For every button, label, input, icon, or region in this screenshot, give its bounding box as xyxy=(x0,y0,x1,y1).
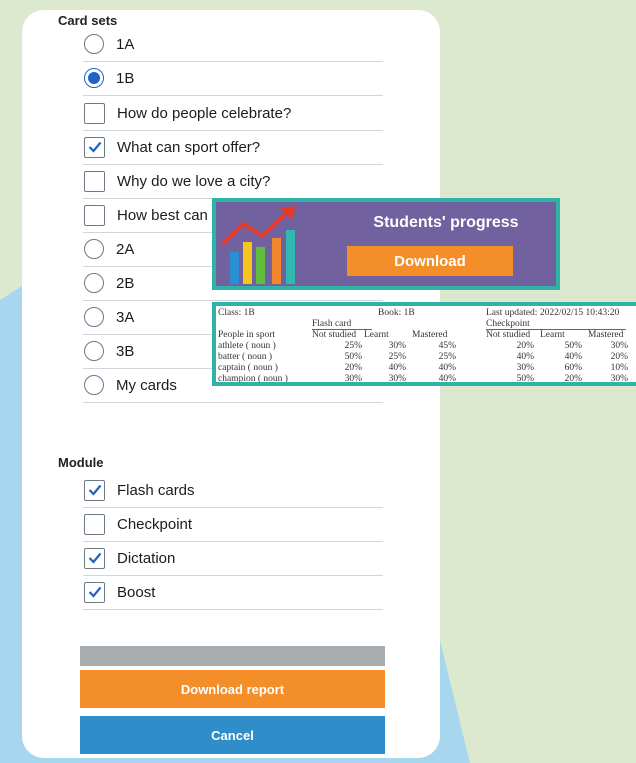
column-header: Not studied xyxy=(312,330,357,340)
table-row-word: captain ( noun ) xyxy=(218,363,278,373)
module-option[interactable]: Boost xyxy=(83,575,383,610)
card-sets-title: Card sets xyxy=(58,13,118,28)
checkbox-checked[interactable] xyxy=(84,136,105,158)
checkbox[interactable] xyxy=(84,204,105,226)
module-option[interactable]: Dictation xyxy=(83,541,383,576)
option-label: 3B xyxy=(116,342,135,360)
card-set-option[interactable]: 1A xyxy=(83,27,383,62)
table-cell: 30% xyxy=(516,363,534,373)
option-label: How do people celebrate? xyxy=(117,104,292,122)
checkmark-icon xyxy=(88,586,101,598)
progress-report-table: Class: 1B Book: 1B Last updated: 2022/02… xyxy=(212,302,636,386)
radio-selected[interactable] xyxy=(84,68,104,88)
radio-button[interactable] xyxy=(84,273,104,293)
table-row-word: athlete ( noun ) xyxy=(218,341,276,351)
report-row-header: People in sport xyxy=(218,330,275,340)
column-header: Not studied xyxy=(486,330,531,340)
report-class: Class: 1B xyxy=(218,308,255,318)
radio-button[interactable] xyxy=(84,239,104,259)
table-cell: 25% xyxy=(388,352,406,362)
card-set-option[interactable]: What can sport offer? xyxy=(83,130,383,165)
table-cell: 50% xyxy=(564,341,582,351)
option-label: 2B xyxy=(116,274,135,292)
option-label: What can sport offer? xyxy=(117,138,261,156)
module-title: Module xyxy=(58,455,104,470)
report-last-updated: Last updated: 2022/02/15 10:43:20 xyxy=(486,308,620,318)
table-cell: 40% xyxy=(516,352,534,362)
radio-dot xyxy=(88,72,100,84)
radio-button[interactable] xyxy=(84,341,104,361)
header-underline xyxy=(486,329,626,330)
checkmark-icon xyxy=(88,484,101,496)
option-label: 1B xyxy=(116,69,135,87)
table-cell: 50% xyxy=(344,352,362,362)
option-label: Why do we love a city? xyxy=(117,172,271,190)
option-label: 2A xyxy=(116,240,135,258)
table-cell: 60% xyxy=(564,363,582,373)
table-cell: 20% xyxy=(516,341,534,351)
card-set-option[interactable]: Why do we love a city? xyxy=(83,164,383,199)
download-report-button[interactable]: Download report xyxy=(80,670,385,708)
checkbox-checked[interactable] xyxy=(84,479,105,501)
option-label: Checkpoint xyxy=(117,515,193,533)
radio-button[interactable] xyxy=(84,34,104,54)
column-header: Learnt xyxy=(364,330,389,340)
report-group-flash: Flash card xyxy=(312,319,352,329)
checkbox-checked[interactable] xyxy=(84,581,105,603)
option-label: 3A xyxy=(116,308,135,326)
card-set-option[interactable]: How do people celebrate? xyxy=(83,96,383,131)
table-cell: 40% xyxy=(438,374,456,382)
checkbox-checked[interactable] xyxy=(84,547,105,569)
table-cell: 25% xyxy=(344,341,362,351)
table-cell: 30% xyxy=(388,374,406,382)
table-cell: 50% xyxy=(516,374,534,382)
report-group-checkpoint: Checkpoint xyxy=(486,319,530,329)
cancel-button[interactable]: Cancel xyxy=(80,716,385,754)
option-label: Boost xyxy=(117,583,156,601)
progress-bar xyxy=(80,646,385,666)
checkbox[interactable] xyxy=(84,513,105,535)
table-cell: 10% xyxy=(610,363,628,373)
radio-button[interactable] xyxy=(84,307,104,327)
table-cell: 30% xyxy=(610,341,628,351)
table-cell: 20% xyxy=(610,352,628,362)
column-header: Learnt xyxy=(540,330,565,340)
table-row-word: batter ( noun ) xyxy=(218,352,273,362)
column-header: Mastered xyxy=(412,330,448,340)
radio-button[interactable] xyxy=(84,375,104,395)
students-progress-card: Students' progress Download xyxy=(212,198,560,290)
option-label: My cards xyxy=(116,376,177,394)
option-label: Dictation xyxy=(117,549,176,567)
option-label: 1A xyxy=(116,35,135,53)
checkmark-icon xyxy=(88,141,101,153)
table-cell: 40% xyxy=(438,363,456,373)
report-book: Book: 1B xyxy=(378,308,415,318)
table-cell: 30% xyxy=(610,374,628,382)
checkbox[interactable] xyxy=(84,170,105,192)
table-cell: 20% xyxy=(344,363,362,373)
module-option[interactable]: Flash cards xyxy=(83,473,383,508)
table-cell: 20% xyxy=(564,374,582,382)
option-label: Flash cards xyxy=(117,481,195,499)
progress-title: Students' progress xyxy=(373,214,519,231)
checkmark-icon xyxy=(88,552,101,564)
table-cell: 30% xyxy=(344,374,362,382)
table-cell: 45% xyxy=(438,341,456,351)
progress-download-button[interactable]: Download xyxy=(347,246,513,276)
column-header: Mastered xyxy=(588,330,624,340)
table-cell: 30% xyxy=(388,341,406,351)
checkbox[interactable] xyxy=(84,102,105,124)
table-cell: 40% xyxy=(388,363,406,373)
card-set-option[interactable]: 1B xyxy=(83,61,383,96)
header-underline xyxy=(312,329,372,330)
table-row-word: champion ( noun ) xyxy=(218,374,288,382)
option-label: How best can xyxy=(117,206,208,224)
module-option[interactable]: Checkpoint xyxy=(83,507,383,542)
table-cell: 40% xyxy=(564,352,582,362)
table-cell: 25% xyxy=(438,352,456,362)
bar-chart-icon xyxy=(220,206,296,284)
